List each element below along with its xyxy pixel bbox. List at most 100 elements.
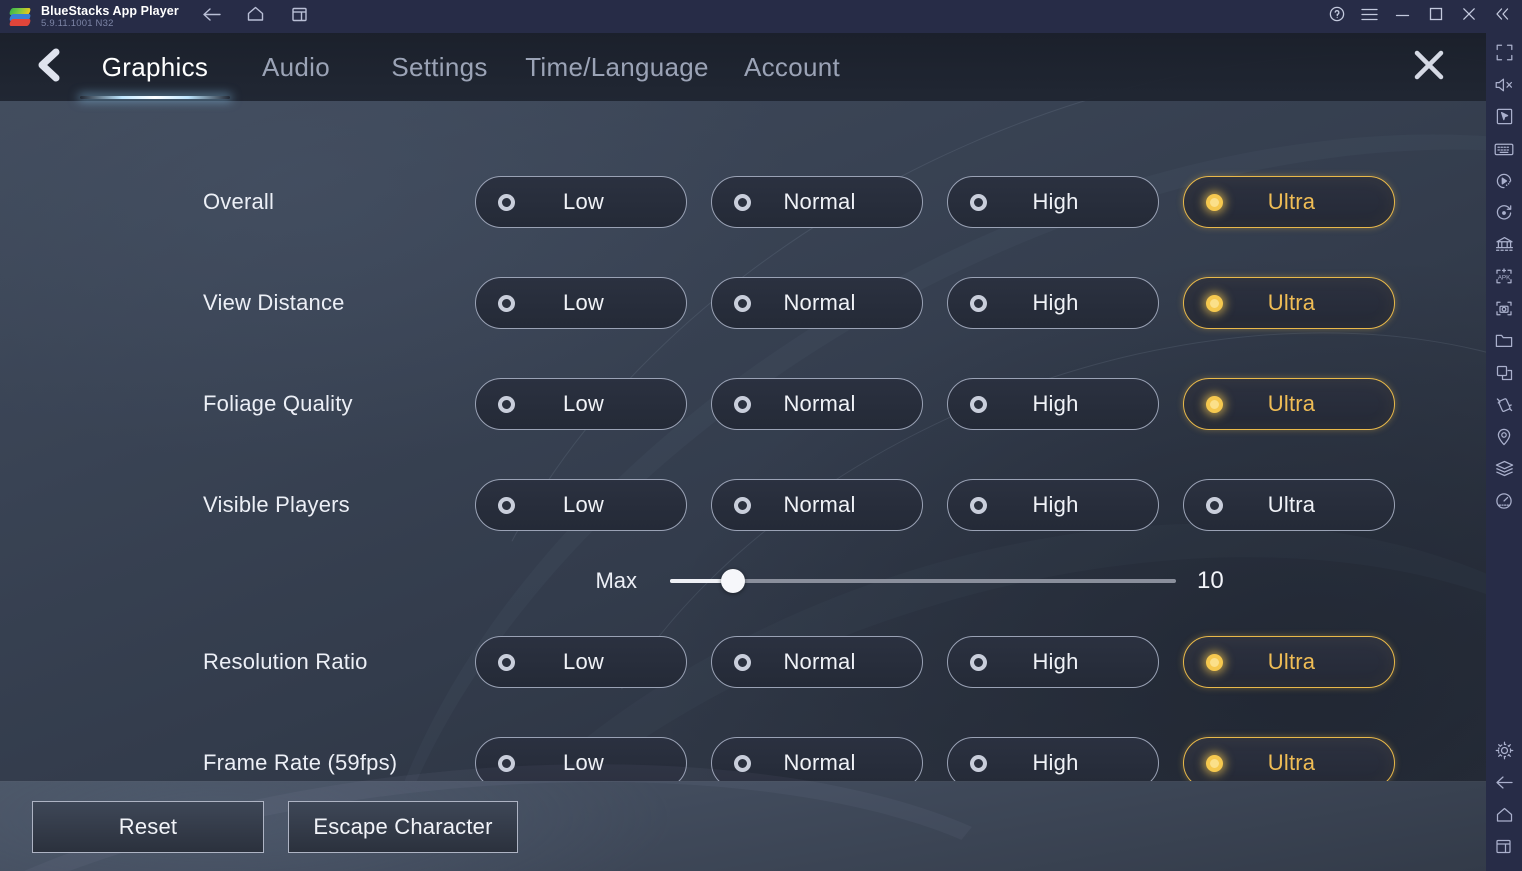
- sidebar-media-manager-button[interactable]: [1488, 327, 1520, 359]
- fullscreen-icon: [1496, 44, 1513, 66]
- sidebar-fullscreen-button[interactable]: [1488, 39, 1520, 71]
- option-ultra[interactable]: Ultra: [1183, 378, 1395, 430]
- option-ultra[interactable]: Ultra: [1183, 479, 1395, 531]
- option-ultra[interactable]: Ultra: [1183, 277, 1395, 329]
- bluestacks-titlebar: BlueStacks App Player 5.9.11.1001 N32: [0, 0, 1522, 33]
- setting-row: Visible Players Low Normal High Ultra: [0, 474, 1486, 536]
- bluestacks-sidebar: APK: [1486, 33, 1522, 871]
- reset-button[interactable]: Reset: [32, 801, 264, 853]
- sidebar-shake-button[interactable]: [1488, 391, 1520, 423]
- option-normal[interactable]: Normal: [711, 176, 923, 228]
- radio-icon: [734, 755, 751, 772]
- sidebar-android-home-button[interactable]: [1488, 801, 1520, 833]
- option-normal[interactable]: Normal: [711, 378, 923, 430]
- tab-audio[interactable]: Audio: [230, 33, 362, 101]
- radio-icon: [498, 396, 515, 413]
- option-low[interactable]: Low: [475, 737, 687, 781]
- slider-thumb[interactable]: [721, 569, 745, 593]
- option-high[interactable]: High: [947, 378, 1159, 430]
- minimize-icon: [1395, 8, 1410, 26]
- option-normal[interactable]: Normal: [711, 479, 923, 531]
- titlebar-home-button[interactable]: [243, 5, 269, 29]
- option-normal[interactable]: Normal: [711, 737, 923, 781]
- apk-install-icon: APK: [1495, 268, 1513, 290]
- radio-icon: [734, 396, 751, 413]
- close-icon: [1462, 7, 1476, 26]
- setting-row: OverallLowNormalHighUltra: [0, 171, 1486, 233]
- settings-close-button[interactable]: [1402, 40, 1456, 94]
- close-button[interactable]: [1452, 0, 1485, 33]
- sidebar-cursor-control-button[interactable]: [1488, 103, 1520, 135]
- option-ultra[interactable]: Ultra: [1183, 176, 1395, 228]
- visible-players-slider-row: Max10: [0, 558, 1486, 604]
- setting-row: Frame Rate (59fps)LowNormalHighUltra: [0, 732, 1486, 781]
- help-circle-icon: [1329, 6, 1345, 27]
- option-low[interactable]: Low: [475, 378, 687, 430]
- option-high[interactable]: High: [947, 176, 1159, 228]
- sidebar-android-recents-button[interactable]: [1488, 833, 1520, 865]
- option-ultra[interactable]: Ultra: [1183, 636, 1395, 688]
- option-ultra[interactable]: Ultra: [1183, 737, 1395, 781]
- help-button[interactable]: [1320, 0, 1353, 33]
- option-normal[interactable]: Normal: [711, 277, 923, 329]
- maximize-button[interactable]: [1419, 0, 1452, 33]
- sidebar-mute-volume-button[interactable]: [1488, 71, 1520, 103]
- collapse-sidebar-button[interactable]: [1485, 0, 1518, 33]
- sidebar-screenshot-button[interactable]: [1488, 295, 1520, 327]
- sidebar-install-apk-button[interactable]: APK: [1488, 263, 1520, 295]
- visible-players-slider[interactable]: [670, 570, 1176, 592]
- screenshot-camera-icon: [1495, 300, 1513, 322]
- option-label: High: [987, 189, 1158, 215]
- option-label: High: [987, 391, 1158, 417]
- tab-graphics[interactable]: Graphics: [80, 33, 230, 101]
- double-chevron-left-icon: [1494, 7, 1510, 26]
- sidebar-performance-button[interactable]: [1488, 487, 1520, 519]
- sidebar-settings-button[interactable]: [1488, 737, 1520, 769]
- macro-play-icon: [1495, 172, 1513, 195]
- option-low[interactable]: Low: [475, 277, 687, 329]
- radio-icon: [498, 755, 515, 772]
- menu-button[interactable]: [1353, 0, 1386, 33]
- option-normal[interactable]: Normal: [711, 636, 923, 688]
- option-label: Low: [515, 750, 686, 776]
- tab-time-language[interactable]: Time/Language: [517, 33, 717, 101]
- cursor-pointer-icon: [1496, 108, 1513, 130]
- option-label: Low: [515, 649, 686, 675]
- location-pin-icon: [1496, 428, 1512, 451]
- chevron-left-icon: [34, 48, 64, 87]
- titlebar-back-button[interactable]: [199, 5, 225, 29]
- sidebar-android-back-button[interactable]: [1488, 769, 1520, 801]
- sidebar-layers-button[interactable]: [1488, 455, 1520, 487]
- sidebar-multi-instance-button[interactable]: [1488, 231, 1520, 263]
- settings-back-button[interactable]: [18, 33, 80, 101]
- titlebar-recents-button[interactable]: [287, 5, 313, 29]
- setting-label: Visible Players: [203, 492, 350, 518]
- tab-label: Settings: [391, 52, 487, 83]
- setting-options: Low Normal High Ultra: [475, 277, 1395, 329]
- sidebar-macro-recorder-button[interactable]: [1488, 167, 1520, 199]
- minimize-button[interactable]: [1386, 0, 1419, 33]
- tab-settings[interactable]: Settings: [362, 33, 517, 101]
- option-label: Low: [515, 290, 686, 316]
- option-low[interactable]: Low: [475, 479, 687, 531]
- sidebar-game-controls-button[interactable]: [1488, 135, 1520, 167]
- settings-header: GraphicsAudio Settings Time/LanguageAccoun…: [0, 33, 1486, 101]
- option-label: Ultra: [1223, 492, 1394, 518]
- tab-account[interactable]: Account: [717, 33, 867, 101]
- option-low[interactable]: Low: [475, 636, 687, 688]
- option-high[interactable]: High: [947, 277, 1159, 329]
- option-high[interactable]: High: [947, 636, 1159, 688]
- sidebar-copy-to-instance-button[interactable]: [1488, 359, 1520, 391]
- setting-row: Resolution RatioLowNormalHighUltra: [0, 631, 1486, 693]
- multi-instance-icon: [1495, 236, 1514, 258]
- app-identity: BlueStacks App Player 5.9.11.1001 N32: [41, 4, 179, 30]
- sidebar-top-tools: APK: [1488, 39, 1520, 519]
- option-high[interactable]: High: [947, 479, 1159, 531]
- option-high[interactable]: High: [947, 737, 1159, 781]
- escape-character-button[interactable]: Escape Character: [288, 801, 518, 853]
- settings-tabs: GraphicsAudio Settings Time/LanguageAccoun…: [80, 33, 867, 101]
- sidebar-rotate-button[interactable]: [1488, 199, 1520, 231]
- option-label: Ultra: [1223, 391, 1394, 417]
- sidebar-location-button[interactable]: [1488, 423, 1520, 455]
- option-low[interactable]: Low: [475, 176, 687, 228]
